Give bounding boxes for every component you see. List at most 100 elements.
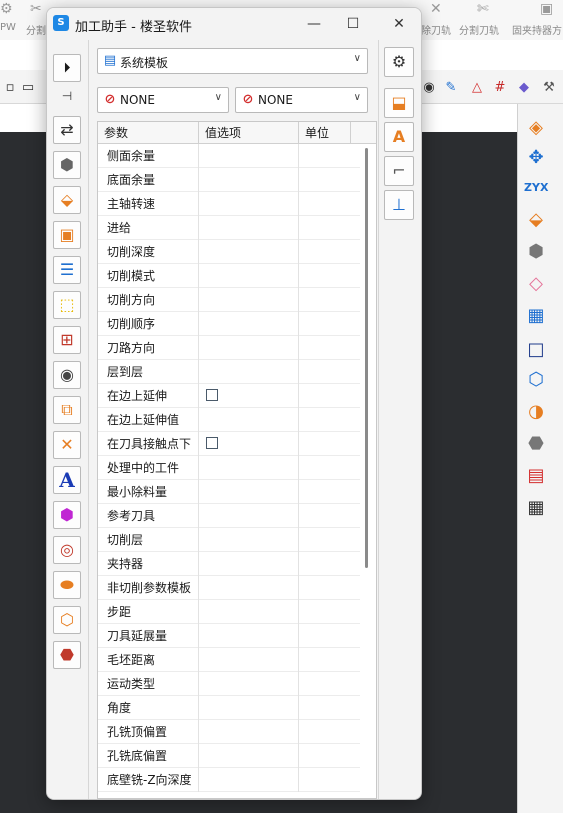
table-row[interactable]: 层到层	[98, 360, 360, 384]
table-row[interactable]: 切削深度	[98, 240, 360, 264]
param-value-cell[interactable]	[199, 408, 299, 432]
stock-icon[interactable]: ⬣	[53, 641, 81, 669]
mcs-icon[interactable]: ⬚	[53, 291, 81, 319]
table-row[interactable]: 步距	[98, 600, 360, 624]
filter-select-2[interactable]: ⊘ NONE ∨	[235, 87, 368, 113]
box-icon[interactable]: ⬢	[53, 501, 81, 529]
table-row[interactable]: 切削顺序	[98, 312, 360, 336]
param-value-cell[interactable]	[199, 504, 299, 528]
table-row[interactable]: 最小除料量	[98, 480, 360, 504]
triangle-icon[interactable]: △	[469, 80, 485, 96]
param-value-cell[interactable]	[199, 312, 299, 336]
param-value-cell[interactable]	[199, 480, 299, 504]
header-value[interactable]: 值选项	[199, 122, 299, 144]
param-value-cell[interactable]	[199, 144, 299, 168]
scrollbar-thumb[interactable]	[365, 148, 368, 568]
title-bar[interactable]: S 加工助手 - 楼圣软件 — ☐ ✕	[47, 8, 421, 40]
table-row[interactable]: 运动类型	[98, 672, 360, 696]
program-icon[interactable]: ☰	[53, 256, 81, 284]
param-value-cell[interactable]	[199, 552, 299, 576]
table-row[interactable]: 刀具延展量	[98, 624, 360, 648]
csys-icon[interactable]: ZYX	[524, 176, 548, 200]
tool-icon[interactable]: ⚒	[541, 80, 557, 96]
boundary-icon[interactable]: ▣	[53, 221, 81, 249]
table-row[interactable]: 切削模式	[98, 264, 360, 288]
block-icon[interactable]: ⬢	[524, 240, 548, 264]
pencil-icon[interactable]: ✎	[443, 80, 459, 96]
text-icon[interactable]: A	[53, 466, 81, 494]
minimize-button[interactable]: —	[299, 12, 329, 36]
cube-icon[interactable]: ◇	[524, 272, 548, 296]
table-row[interactable]: 在刀具接触点下	[98, 432, 360, 456]
layer-icon[interactable]: ◆	[516, 80, 532, 96]
param-value-cell[interactable]	[199, 432, 299, 456]
vertical-scrollbar[interactable]	[360, 144, 376, 798]
table-row[interactable]: 非切削参数模板	[98, 576, 360, 600]
table-row[interactable]: 进给	[98, 216, 360, 240]
param-value-cell[interactable]	[199, 360, 299, 384]
copy-icon[interactable]: ⧉	[53, 396, 81, 424]
param-value-cell[interactable]	[199, 720, 299, 744]
orient-icon[interactable]: ◈	[524, 116, 548, 140]
toolbar-icon[interactable]: ▭	[20, 80, 36, 96]
hexagon-icon[interactable]: ⬡	[524, 368, 548, 392]
contour-icon[interactable]: ⬡	[53, 606, 81, 634]
blank-icon[interactable]: ⬙	[53, 186, 81, 214]
delete-toolpath-icon[interactable]: ✕	[53, 431, 81, 459]
table-row[interactable]: 孔铣顶偏置	[98, 720, 360, 744]
eye-icon[interactable]: ◉	[421, 80, 437, 96]
feature-icon[interactable]: ⬙	[524, 208, 548, 232]
table-row[interactable]: 侧面余量	[98, 144, 360, 168]
filter-select-1[interactable]: ⊘ NONE ∨	[97, 87, 229, 113]
param-value-cell[interactable]	[199, 264, 299, 288]
close-button[interactable]: ✕	[384, 12, 414, 36]
table-row[interactable]: 参考刀具	[98, 504, 360, 528]
layers-icon[interactable]: ▤	[524, 464, 548, 488]
param-value-cell[interactable]	[199, 168, 299, 192]
drill-icon[interactable]: ⊥	[384, 190, 414, 220]
section-icon[interactable]: ▦	[524, 304, 548, 328]
table-row[interactable]: 孔铣底偏置	[98, 744, 360, 768]
param-value-cell[interactable]	[199, 624, 299, 648]
param-value-cell[interactable]	[199, 240, 299, 264]
color-icon[interactable]: ◑	[524, 400, 548, 424]
table-row[interactable]: 处理中的工件	[98, 456, 360, 480]
param-value-cell[interactable]	[199, 672, 299, 696]
table-icon[interactable]: ▦	[524, 496, 548, 520]
face-icon[interactable]: ⬬	[53, 571, 81, 599]
param-value-cell[interactable]	[199, 384, 299, 408]
table-row[interactable]: 切削方向	[98, 288, 360, 312]
solid-icon[interactable]: ⬣	[524, 432, 548, 456]
ribbon-label[interactable]: 除刀轨	[421, 22, 451, 37]
step-icon[interactable]: ⌐	[384, 156, 414, 186]
param-value-cell[interactable]	[199, 336, 299, 360]
param-value-cell[interactable]	[199, 456, 299, 480]
table-row[interactable]: 底壁铣-Z向深度	[98, 768, 360, 792]
table-row[interactable]: 主轴转速	[98, 192, 360, 216]
refresh-icon[interactable]: ⇄	[53, 116, 81, 144]
ribbon-label[interactable]: 分割刀轨	[459, 22, 499, 37]
table-row[interactable]: 毛坯距离	[98, 648, 360, 672]
param-value-cell[interactable]	[199, 744, 299, 768]
table-row[interactable]: 切削层	[98, 528, 360, 552]
pocket-icon[interactable]: ◎	[53, 536, 81, 564]
settings-gear-icon[interactable]: ⚙	[384, 47, 414, 77]
param-value-cell[interactable]	[199, 216, 299, 240]
grid-icon[interactable]: #	[492, 80, 508, 96]
table-row[interactable]: 刀路方向	[98, 336, 360, 360]
part-icon[interactable]: ⬢	[53, 151, 81, 179]
param-value-cell[interactable]	[199, 528, 299, 552]
table-row[interactable]: 在边上延伸值	[98, 408, 360, 432]
workpiece-icon[interactable]: ⊞	[53, 326, 81, 354]
toolbar-icon[interactable]: ▫	[2, 80, 18, 96]
axes-icon[interactable]: ✥	[524, 146, 548, 170]
table-row[interactable]: 在边上延伸	[98, 384, 360, 408]
param-value-cell[interactable]	[199, 696, 299, 720]
tool-text-icon[interactable]: A	[384, 122, 414, 152]
param-value-cell[interactable]	[199, 288, 299, 312]
table-row[interactable]: 底面余量	[98, 168, 360, 192]
param-checkbox[interactable]	[206, 389, 218, 401]
header-name[interactable]: 参数	[98, 122, 199, 144]
param-value-cell[interactable]	[199, 600, 299, 624]
collapse-button[interactable]: ⏵	[53, 54, 81, 82]
